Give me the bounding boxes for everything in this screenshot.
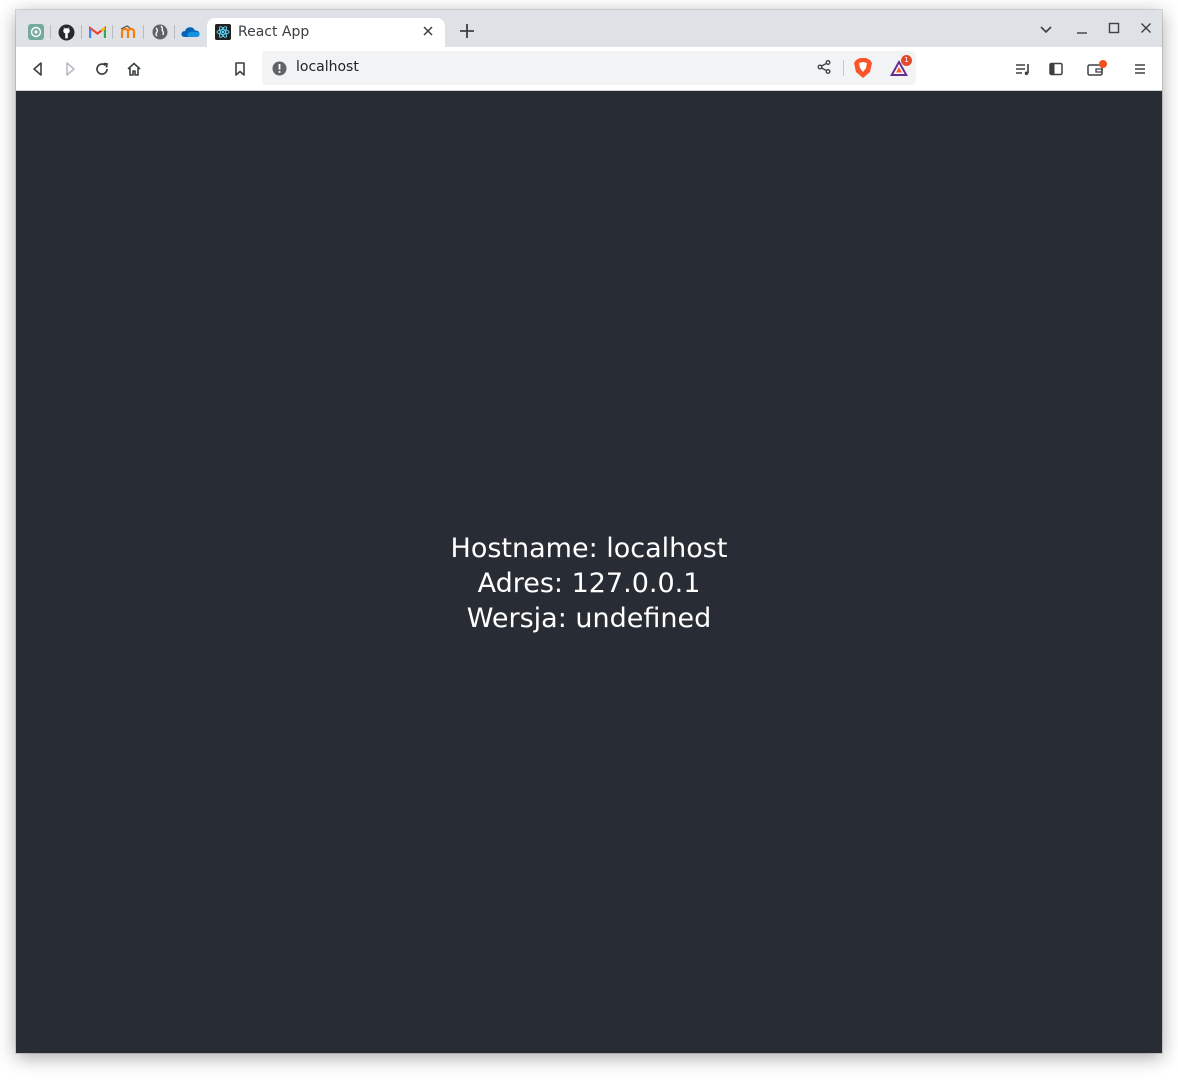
pinned-tab-moodle[interactable] (113, 17, 144, 47)
playlist-icon (1016, 64, 1029, 76)
pinned-tab-chatgpt[interactable] (20, 17, 51, 47)
hamburger-menu-icon (1135, 64, 1145, 74)
globe-icon (152, 24, 167, 40)
new-tab-button[interactable] (457, 21, 477, 41)
reload-button[interactable] (91, 58, 113, 80)
bookmark-button[interactable] (229, 58, 251, 80)
home-button[interactable] (123, 58, 145, 80)
forward-icon (66, 62, 75, 76)
chatgpt-icon (27, 24, 44, 40)
address-text: Adres: 127.0.0.1 (477, 567, 701, 599)
close-tab-icon[interactable] (419, 22, 437, 40)
hostname-text: Hostname: localhost (450, 532, 728, 564)
close-window-button[interactable] (1136, 19, 1156, 39)
tab-strip: React App (16, 10, 1162, 47)
brave-shields-icon[interactable] (853, 57, 873, 79)
plus-icon (460, 24, 474, 38)
address-bar[interactable]: localhost 1 (262, 51, 916, 85)
tab-title: React App (238, 24, 310, 40)
github-icon (58, 24, 75, 40)
back-button[interactable] (27, 58, 49, 80)
wallet-button[interactable] (1086, 58, 1108, 80)
react-icon (215, 24, 231, 40)
brave-rewards-button[interactable]: 1 (888, 55, 912, 83)
pinned-tab-onedrive[interactable] (175, 17, 206, 47)
pinned-tab-github[interactable] (51, 17, 82, 47)
close-icon (1141, 23, 1151, 33)
wallet-icon (1087, 60, 1107, 76)
back-icon (33, 62, 42, 76)
server-info: Hostname: localhost Adres: 127.0.0.1 Wer… (451, 531, 728, 636)
home-icon (127, 62, 141, 76)
playlist-button[interactable] (1012, 58, 1034, 80)
toolbar: localhost 1 (16, 47, 1162, 91)
gmail-icon (89, 25, 106, 38)
version-text: Wersja: undefined (466, 602, 712, 634)
menu-button[interactable] (1129, 58, 1151, 80)
notification-badge: 1 (901, 55, 912, 66)
share-icon[interactable] (816, 59, 832, 75)
minimize-button[interactable] (1072, 19, 1092, 39)
forward-button[interactable] (59, 58, 81, 80)
sidebar-button[interactable] (1045, 58, 1067, 80)
chevron-down-icon (1040, 26, 1052, 34)
omnibox-divider (843, 60, 844, 76)
reload-icon (96, 62, 108, 75)
bookmark-icon (235, 62, 245, 76)
site-info-icon[interactable] (272, 61, 287, 76)
url-text: localhost (296, 59, 359, 75)
maximize-button[interactable] (1104, 19, 1124, 39)
tab-react-app[interactable]: React App (207, 18, 445, 47)
pinned-tab-gmail[interactable] (82, 17, 113, 47)
browser-window: React App localhost 1 Hostname: localhos… (16, 10, 1162, 1053)
onedrive-icon (181, 27, 200, 37)
sidebar-icon (1049, 62, 1063, 76)
minimize-icon (1077, 32, 1087, 34)
moodle-icon (120, 25, 135, 38)
tab-search-button[interactable] (1036, 19, 1056, 39)
page-content: Hostname: localhost Adres: 127.0.0.1 Wer… (16, 91, 1162, 1053)
maximize-icon (1108, 22, 1120, 34)
pinned-tab-globe[interactable] (144, 17, 175, 47)
